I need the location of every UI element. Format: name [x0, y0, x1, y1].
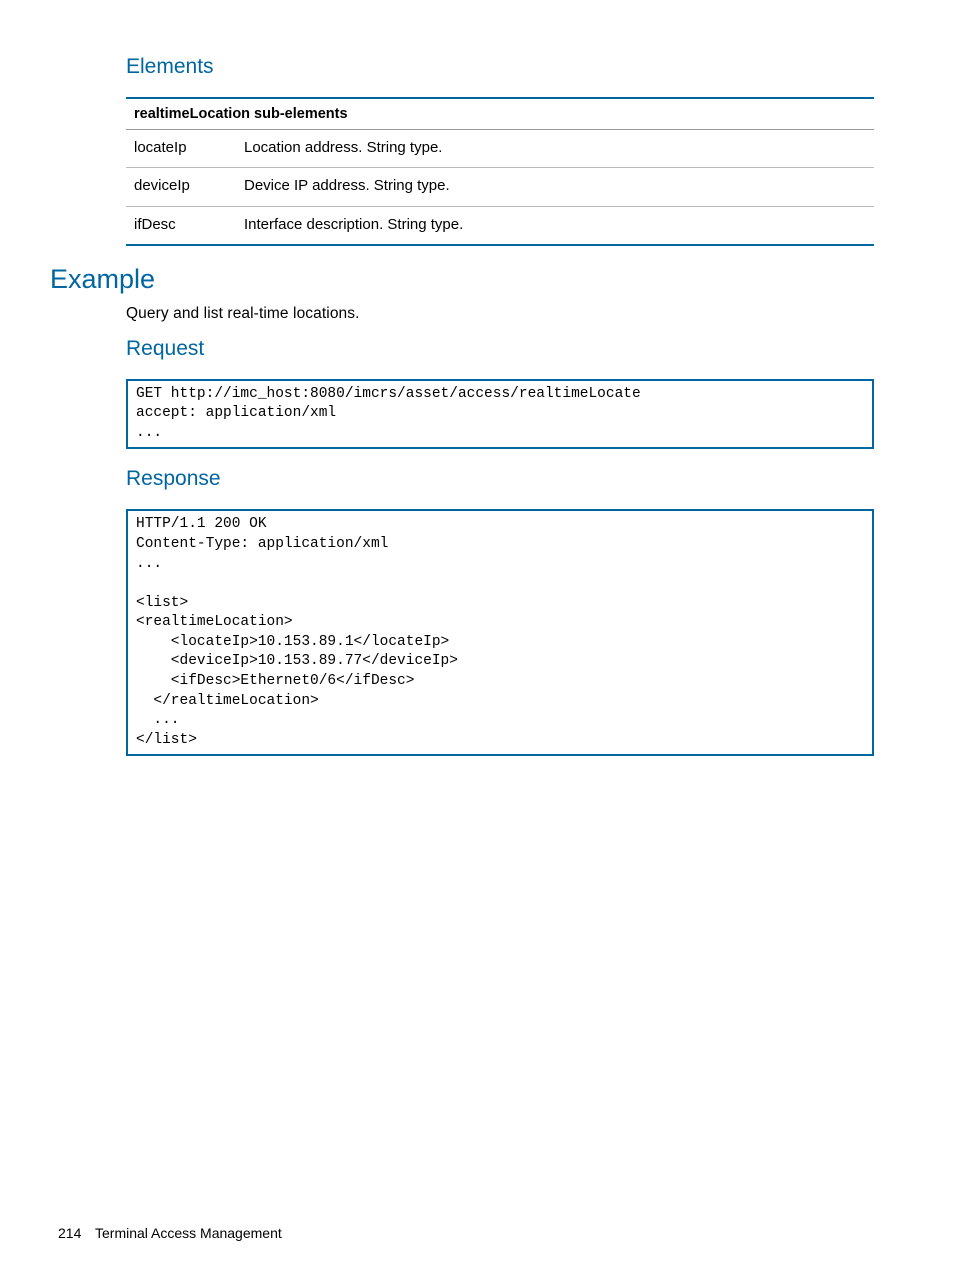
element-desc: Interface description. String type. [236, 206, 874, 245]
element-desc: Location address. String type. [236, 130, 874, 168]
page-number: 214 [58, 1225, 81, 1241]
heading-response: Response [126, 467, 874, 491]
table-header: realtimeLocation sub-elements [126, 98, 874, 130]
element-name: locateIp [126, 130, 236, 168]
section-title: Terminal Access Management [95, 1225, 282, 1241]
request-code: GET http://imc_host:8080/imcrs/asset/acc… [126, 379, 874, 450]
element-name: ifDesc [126, 206, 236, 245]
response-code: HTTP/1.1 200 OK Content-Type: applicatio… [126, 509, 874, 756]
element-desc: Device IP address. String type. [236, 168, 874, 206]
example-description: Query and list real-time locations. [126, 305, 874, 323]
element-name: deviceIp [126, 168, 236, 206]
heading-example: Example [50, 264, 874, 295]
page-footer: 214 Terminal Access Management [58, 1225, 282, 1241]
table-row: deviceIp Device IP address. String type. [126, 168, 874, 206]
table-row: ifDesc Interface description. String typ… [126, 206, 874, 245]
table-row: locateIp Location address. String type. [126, 130, 874, 168]
elements-table: realtimeLocation sub-elements locateIp L… [126, 97, 874, 246]
heading-request: Request [126, 337, 874, 361]
heading-elements: Elements [126, 55, 874, 79]
